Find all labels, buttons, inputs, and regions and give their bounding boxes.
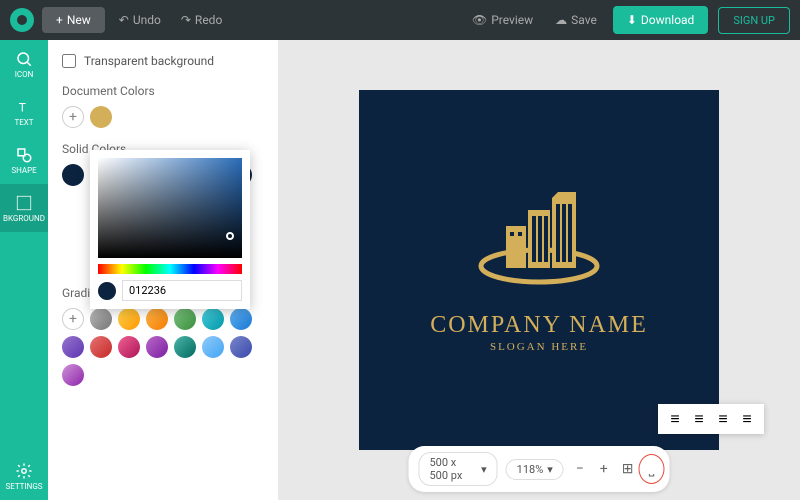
gradient-swatch[interactable]	[174, 336, 196, 358]
alignment-popup: ≡ ≡ ≡ ≡	[658, 404, 764, 434]
undo-icon: ↶	[119, 13, 129, 27]
doc-colors-row: +	[62, 106, 264, 128]
new-button[interactable]: +New	[42, 7, 105, 33]
color-preview-swatch	[98, 282, 116, 300]
transparent-bg-checkbox[interactable]: Transparent background	[62, 54, 264, 68]
grid-toggle-button[interactable]: ⊞	[620, 459, 636, 479]
gradient-swatch[interactable]	[146, 308, 168, 330]
zoom-out-button[interactable]: −	[572, 459, 588, 479]
sidebar: ICON TTEXT SHAPE BKGROUND SETTINGS	[0, 40, 48, 500]
add-gradient-button[interactable]: +	[62, 308, 84, 330]
gradient-swatch[interactable]	[62, 336, 84, 358]
gradient-swatch[interactable]	[202, 308, 224, 330]
doc-color-swatch[interactable]	[90, 106, 112, 128]
zoom-dropdown[interactable]: 118%▾	[506, 459, 564, 480]
eye-icon: 👁	[472, 13, 487, 27]
hex-input[interactable]	[122, 280, 242, 301]
sidebar-item-icon[interactable]: ICON	[0, 40, 48, 88]
plus-icon: +	[56, 13, 63, 27]
svg-text:T: T	[19, 100, 26, 114]
hue-slider[interactable]	[98, 264, 242, 274]
artboard[interactable]: COMPANY NAME SLOGAN HERE	[359, 90, 719, 450]
gradient-colors-row: +	[62, 308, 264, 386]
transparent-bg-input[interactable]	[62, 54, 76, 68]
app-logo[interactable]	[10, 8, 34, 32]
canvas-size-dropdown[interactable]: 500 x 500 px▾	[419, 452, 498, 486]
add-doc-color-button[interactable]: +	[62, 106, 84, 128]
redo-icon: ↷	[181, 13, 191, 27]
align-center-button[interactable]: ≡	[688, 410, 710, 428]
gradient-swatch[interactable]	[146, 336, 168, 358]
color-cursor[interactable]	[226, 232, 234, 240]
sidebar-item-settings[interactable]: SETTINGS	[0, 452, 48, 500]
preview-button[interactable]: 👁Preview	[466, 9, 539, 31]
gradient-swatch[interactable]	[62, 364, 84, 386]
gradient-swatch[interactable]	[174, 308, 196, 330]
zoom-in-button[interactable]: +	[596, 459, 612, 479]
logo-building-icon[interactable]	[474, 188, 604, 298]
solid-color-swatch[interactable]	[62, 164, 84, 186]
alignment-button[interactable]: ⎵	[644, 459, 660, 479]
download-icon: ⬇	[627, 13, 637, 27]
doc-colors-title: Document Colors	[62, 84, 264, 98]
download-button[interactable]: ⬇Download	[613, 6, 708, 34]
redo-button[interactable]: ↷Redo	[175, 9, 228, 31]
gradient-swatch[interactable]	[118, 336, 140, 358]
gradient-swatch[interactable]	[118, 308, 140, 330]
signup-button[interactable]: SIGN UP	[718, 7, 790, 34]
gradient-swatch[interactable]	[90, 336, 112, 358]
sidebar-item-shape[interactable]: SHAPE	[0, 136, 48, 184]
cloud-icon: ☁	[555, 13, 567, 27]
slogan-text[interactable]: SLOGAN HERE	[490, 341, 588, 353]
sidebar-item-text[interactable]: TTEXT	[0, 88, 48, 136]
gradient-swatch[interactable]	[202, 336, 224, 358]
save-button[interactable]: ☁Save	[549, 9, 603, 31]
canvas-area[interactable]: COMPANY NAME SLOGAN HERE ≡ ≡ ≡ ≡ 500 x 5…	[278, 40, 800, 500]
gradient-swatch[interactable]	[230, 308, 252, 330]
color-saturation-area[interactable]	[98, 158, 242, 258]
align-left-button[interactable]: ≡	[664, 410, 686, 428]
topbar: +New ↶Undo ↷Redo 👁Preview ☁Save ⬇Downloa…	[0, 0, 800, 40]
color-picker-popup	[90, 150, 250, 309]
company-name-text[interactable]: COMPANY NAME	[430, 312, 648, 339]
align-justify-button[interactable]: ≡	[736, 410, 758, 428]
chevron-down-icon: ▾	[481, 463, 487, 476]
chevron-down-icon: ▾	[547, 463, 553, 476]
gradient-swatch[interactable]	[230, 336, 252, 358]
align-right-button[interactable]: ≡	[712, 410, 734, 428]
undo-button[interactable]: ↶Undo	[113, 9, 167, 31]
bottom-toolbar: 500 x 500 px▾ 118%▾ − + ⊞ ⎵	[409, 446, 670, 492]
gradient-swatch[interactable]	[90, 308, 112, 330]
sidebar-item-background[interactable]: BKGROUND	[0, 184, 48, 232]
